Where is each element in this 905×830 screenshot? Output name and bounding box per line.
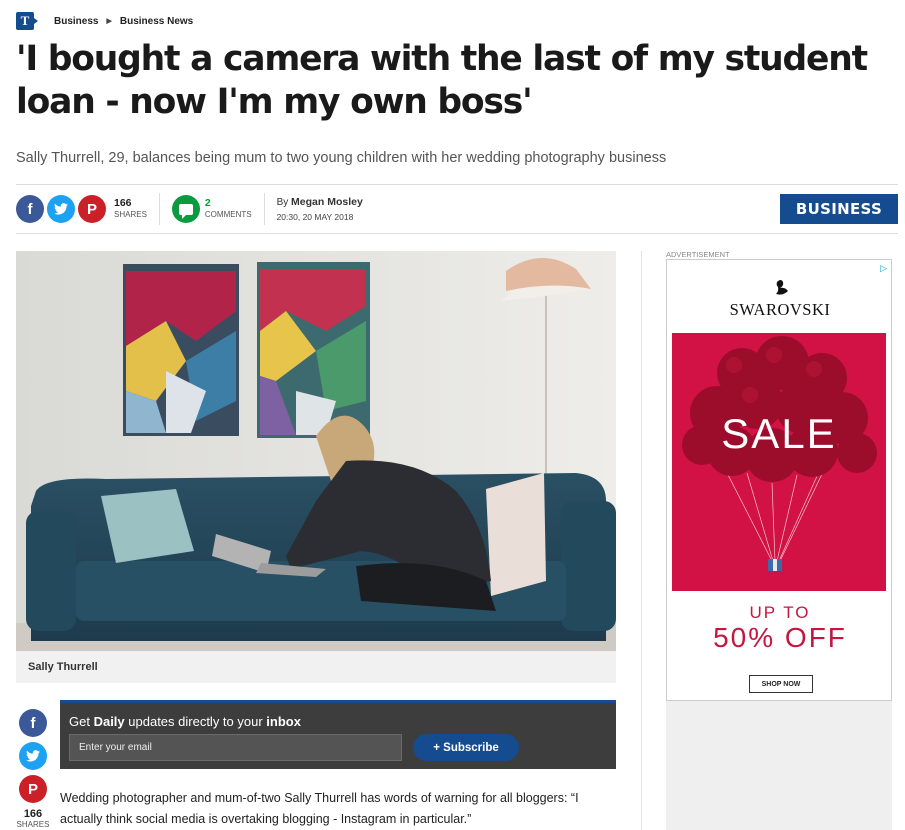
share-count-label: SHARES: [114, 210, 147, 219]
author-link[interactable]: Megan Mosley: [291, 196, 363, 208]
pinterest-icon[interactable]: P: [78, 195, 106, 223]
chevron-right-icon: ▶: [106, 18, 112, 25]
subscribe-button[interactable]: + Subscribe: [413, 734, 519, 761]
divider: [16, 184, 898, 185]
column-divider: [641, 251, 642, 830]
share-bar: f P 166 SHARES 2 COMMENTS By Megan Mosle…: [16, 193, 363, 225]
newsletter-signup: Get Daily updates directly to your inbox…: [60, 700, 616, 769]
ad-sale-text: SALE: [721, 410, 837, 457]
divider: [263, 193, 265, 225]
hero-image[interactable]: [16, 251, 616, 651]
ad-discount: 50% OFF: [713, 622, 847, 653]
standfirst: Sally Thurrell, 29, balances being mum t…: [16, 150, 667, 166]
newsletter-heading: Get Daily updates directly to your inbox: [69, 714, 301, 729]
twitter-icon[interactable]: [47, 195, 75, 223]
breadcrumb: T Business ▶ Business News: [16, 12, 193, 30]
site-logo[interactable]: T: [16, 12, 38, 30]
divider: [158, 193, 160, 225]
comment-count-label: COMMENTS: [204, 210, 252, 219]
facebook-icon[interactable]: f: [19, 709, 47, 737]
section-badge[interactable]: BUSINESS: [780, 194, 898, 224]
ad-upto: UP TO: [749, 603, 811, 622]
image-caption: Sally Thurrell: [16, 651, 616, 683]
pinterest-icon[interactable]: P: [19, 775, 47, 803]
breadcrumb-item-business[interactable]: Business: [54, 16, 98, 27]
share-count-value: 166: [114, 197, 132, 209]
advertisement[interactable]: ▷ SWAROVSKI SALE UP TO 50% OFF SHOP NOW: [666, 259, 892, 701]
comment-count[interactable]: 2 COMMENTS: [205, 198, 252, 220]
floating-share-count: 166: [23, 808, 43, 820]
page-title: 'I bought a camera with the last of my s…: [16, 39, 868, 122]
share-count: 166 SHARES: [114, 198, 147, 220]
twitter-icon[interactable]: [19, 742, 47, 770]
facebook-icon[interactable]: f: [16, 195, 44, 223]
article-body: Wedding photographer and mum-of-two Sall…: [60, 791, 579, 826]
hero-photo: [16, 251, 616, 651]
adchoices-icon[interactable]: ▷: [880, 263, 887, 274]
ad-brand: SWAROVSKI: [729, 300, 831, 319]
balloons-illustration: [682, 336, 877, 571]
article-page: T Business ▶ Business News 'I bought a c…: [0, 0, 905, 830]
breadcrumb-item-business-news[interactable]: Business News: [120, 16, 193, 27]
floating-share-bar: f P 166 SHARES: [16, 709, 50, 829]
publish-date: 20:30, 20 MAY 2018: [276, 211, 354, 222]
ad-placeholder: [666, 701, 892, 830]
floating-share-label: SHARES: [16, 820, 50, 829]
swan-logo-icon: [776, 280, 788, 295]
byline-prefix: By: [276, 196, 289, 208]
shop-now-button[interactable]: SHOP NOW: [749, 675, 813, 693]
ad-sale-panel: SALE: [672, 333, 886, 591]
comment-icon[interactable]: [171, 195, 200, 223]
byline: By Megan Mosley 20:30, 20 MAY 2018: [277, 196, 363, 223]
email-field[interactable]: [69, 734, 402, 761]
ad-label: ADVERTISEMENT: [666, 250, 730, 259]
divider: [16, 233, 898, 234]
comment-count-value: 2: [204, 197, 211, 209]
